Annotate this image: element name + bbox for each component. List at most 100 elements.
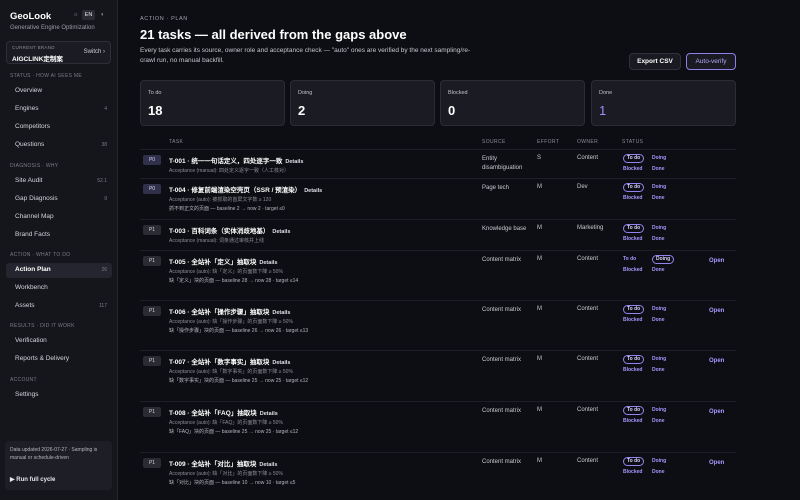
status-option[interactable]: Done	[652, 468, 665, 477]
sidebar-item-questions[interactable]: Questions 38	[6, 138, 112, 153]
baseline-text: 缺「定义」块的页面 — baseline 28 → now 28 · targe…	[169, 278, 299, 284]
auto-verify-button[interactable]: Auto-verify	[686, 53, 736, 70]
table-row[interactable]: P1 T-008 · 全站补「FAQ」抽取块 Details Acceptance (…	[140, 401, 736, 452]
stat-card-todo: To do 18	[140, 80, 285, 126]
status-option[interactable]: Doing	[652, 457, 666, 466]
status-option[interactable]: Done	[652, 266, 665, 275]
status-option[interactable]: Blocked	[623, 468, 642, 477]
status-option[interactable]: Doing	[652, 406, 666, 415]
status-option[interactable]: To do	[623, 224, 645, 233]
details-link[interactable]: Details	[260, 411, 278, 417]
status-option[interactable]: Blocked	[623, 165, 642, 174]
app-logo[interactable]: GeoLook	[10, 11, 51, 22]
status-option[interactable]: Blocked	[623, 316, 642, 325]
sidebar-item-overview[interactable]: Overview	[6, 84, 112, 99]
task-title: T-005 · 全站补「定义」抽取块 Details	[169, 256, 277, 266]
sidebar-item-settings[interactable]: Settings	[6, 388, 112, 403]
language-icon[interactable]: ☼	[73, 12, 79, 18]
status-option[interactable]: To do	[623, 457, 645, 466]
task-title: T-009 · 全站补「对比」抽取块 Details	[169, 458, 277, 468]
status-option[interactable]: Blocked	[623, 417, 642, 426]
switch-brand-button[interactable]: Switch ›	[84, 49, 105, 55]
baseline-text: 抓不到正文的页面 — baseline 2 → now 2 · target ≤…	[169, 206, 285, 212]
column-header-effort: EFFORT	[537, 139, 560, 145]
brand-selector[interactable]: CURRENT BRAND AIGCLINK定制案 Switch ›	[6, 41, 111, 64]
sidebar-item-action-plan[interactable]: Action Plan 26	[6, 263, 112, 278]
status-option[interactable]: To do	[623, 255, 636, 264]
status-option[interactable]: Done	[652, 194, 665, 203]
details-link[interactable]: Details	[285, 159, 303, 165]
table-row[interactable]: P1 T-006 · 全站补「操作步骤」抽取块 Details Acceptance …	[140, 300, 736, 350]
task-effort: M	[537, 458, 542, 464]
details-link[interactable]: Details	[272, 360, 290, 366]
status-option[interactable]: Done	[652, 417, 665, 426]
sidebar-item-channel-map[interactable]: Channel Map	[6, 210, 112, 225]
status-option[interactable]: Blocked	[623, 366, 642, 375]
status-option[interactable]: Doing	[652, 183, 666, 192]
status-option[interactable]: Doing	[652, 224, 666, 233]
open-task-button[interactable]: Open	[709, 460, 724, 466]
nav-section-label: ACCOUNT	[10, 377, 37, 383]
status-option[interactable]: To do	[623, 355, 645, 364]
brand-name: AIGCLINK定制案	[12, 56, 63, 63]
table-row[interactable]: P0 T-004 · 修复前端渲染空壳页（SSR / 预渲染） Details Acc…	[140, 178, 736, 219]
task-owner: Content	[577, 306, 599, 312]
sidebar-item-gap-diagnosis[interactable]: Gap Diagnosis 9	[6, 192, 112, 207]
status-option[interactable]: To do	[623, 183, 645, 192]
status-option[interactable]: Doing	[652, 255, 675, 264]
lang-toggle[interactable]: EN	[82, 10, 95, 20]
details-link[interactable]: Details	[259, 462, 277, 468]
status-option[interactable]: Done	[652, 165, 665, 174]
table-row[interactable]: P1 T-003 · 百科词条（实体消歧地基） Details Acceptance …	[140, 219, 736, 250]
sidebar-item-site-audit[interactable]: Site Audit 52.1	[6, 174, 112, 189]
stat-value: 1	[599, 103, 607, 118]
table-row[interactable]: P1 T-009 · 全站补「对比」抽取块 Details Acceptance (a…	[140, 452, 736, 500]
priority-badge: P1	[143, 256, 161, 266]
sidebar-item-label: Site Audit	[15, 177, 43, 184]
table-row[interactable]: P1 T-007 · 全站补「数字事实」抽取块 Details Acceptance …	[140, 350, 736, 401]
task-title-text: T-007 · 全站补「数字事实」抽取块	[169, 359, 270, 366]
status-option[interactable]: Blocked	[623, 235, 642, 244]
sun-icon[interactable]: ◑	[100, 12, 104, 18]
status-option[interactable]: Doing	[652, 355, 666, 364]
status-option[interactable]: To do	[623, 154, 645, 163]
task-owner: Content	[577, 407, 599, 413]
table-row[interactable]: P0 T-001 · 统一一句话定义，四处逐字一致 Details Acceptanc…	[140, 149, 736, 178]
sidebar-item-label: Competitors	[15, 123, 51, 130]
priority-badge: P1	[143, 407, 161, 417]
sidebar-item-verification[interactable]: Verification	[6, 334, 112, 349]
acceptance-text: Acceptance (manual): 四处定义逐字一致（人工核对）	[169, 168, 290, 174]
details-link[interactable]: Details	[272, 310, 290, 316]
page-kicker: ACTION · PLAN	[140, 16, 188, 22]
task-title: T-006 · 全站补「操作步骤」抽取块 Details	[169, 306, 290, 316]
open-task-button[interactable]: Open	[709, 308, 724, 314]
details-link[interactable]: Details	[259, 260, 277, 266]
sidebar-item-assets[interactable]: Assets 117	[6, 299, 112, 314]
status-option[interactable]: Done	[652, 235, 665, 244]
status-option[interactable]: To do	[623, 406, 645, 415]
column-header-status: STATUS	[622, 139, 644, 145]
sidebar-item-competitors[interactable]: Competitors	[6, 120, 112, 135]
details-link[interactable]: Details	[272, 229, 290, 235]
status-option[interactable]: Doing	[652, 154, 666, 163]
sidebar-item-label: Settings	[15, 391, 39, 398]
open-task-button[interactable]: Open	[709, 358, 724, 364]
status-option[interactable]: To do	[623, 305, 645, 314]
status-option[interactable]: Doing	[652, 305, 666, 314]
export-csv-button[interactable]: Export CSV	[629, 53, 681, 70]
sidebar-item-workbench[interactable]: Workbench	[6, 281, 112, 296]
open-task-button[interactable]: Open	[709, 258, 724, 264]
sidebar-item-count: 117	[99, 303, 107, 309]
run-full-cycle-button[interactable]: ▶ Run full cycle	[10, 476, 55, 483]
sidebar-item-reports[interactable]: Reports & Delivery	[6, 352, 112, 367]
sidebar-item-brand-facts[interactable]: Brand Facts	[6, 228, 112, 243]
status-option[interactable]: Blocked	[623, 194, 642, 203]
table-row[interactable]: P1 T-005 · 全站补「定义」抽取块 Details Acceptance (a…	[140, 250, 736, 300]
status-option[interactable]: Done	[652, 366, 665, 375]
details-link[interactable]: Details	[304, 188, 322, 194]
sidebar-item-engines[interactable]: Engines 4	[6, 102, 112, 117]
open-task-button[interactable]: Open	[709, 409, 724, 415]
status-option[interactable]: Blocked	[623, 266, 642, 275]
status-option[interactable]: Done	[652, 316, 665, 325]
sidebar-item-label: Verification	[15, 337, 47, 344]
